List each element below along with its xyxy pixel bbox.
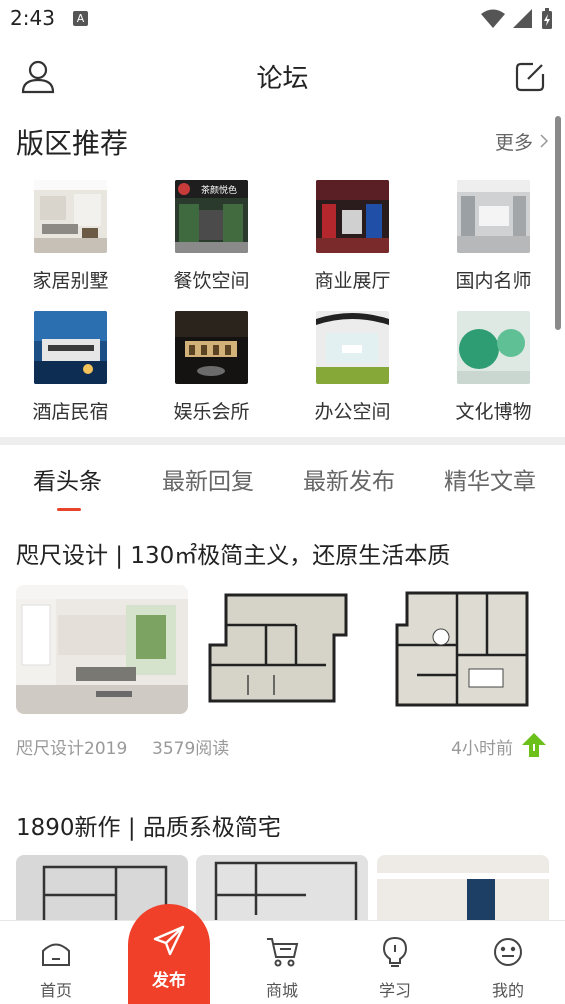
post-images bbox=[16, 855, 549, 984]
section-header: 版区推荐 更多 bbox=[0, 116, 565, 164]
post-image[interactable] bbox=[377, 585, 549, 714]
chevron-right-icon bbox=[540, 134, 549, 148]
status-bar: 2:43 A bbox=[0, 0, 565, 38]
bottom-nav: 首页 商城 学习 我的 bbox=[0, 920, 565, 1004]
post-images bbox=[16, 585, 549, 715]
bulb-icon bbox=[382, 936, 408, 967]
category-label: 国内名师 bbox=[455, 270, 532, 292]
category-thumbnail bbox=[316, 311, 389, 384]
category-grid: 家居别墅 茶颜悦色 餐饮空间 商业展厅 国内名师 酒店民宿 娱乐会所 办公空间 … bbox=[0, 180, 565, 430]
category-thumbnail bbox=[34, 311, 107, 384]
category-label: 家居别墅 bbox=[32, 270, 109, 292]
post-title[interactable]: 咫尺设计 | 130㎡极简主义，还原生活本质 bbox=[16, 536, 450, 570]
feed-tabs: 看头条 最新回复 最新发布 精华文章 bbox=[0, 452, 565, 512]
edit-icon bbox=[515, 62, 545, 92]
category-label: 商业展厅 bbox=[314, 270, 391, 292]
post-image[interactable] bbox=[196, 585, 368, 714]
post-title[interactable]: 1890新作 | 品质系极简宅 bbox=[16, 808, 281, 842]
category-thumbnail bbox=[316, 180, 389, 253]
post-read-count: 3579阅读 bbox=[152, 739, 230, 759]
wifi-icon bbox=[481, 9, 505, 28]
tab-headlines[interactable]: 看头条 bbox=[33, 462, 102, 496]
category-thumbnail bbox=[34, 180, 107, 253]
category-label: 娱乐会所 bbox=[173, 401, 250, 423]
category-thumbnail bbox=[457, 311, 530, 384]
more-label: 更多 bbox=[494, 132, 533, 154]
active-tab-indicator bbox=[57, 508, 81, 511]
category-culture-museum[interactable]: 文化博物 bbox=[423, 311, 564, 431]
nav-mall-label: 商城 bbox=[265, 981, 298, 1000]
category-restaurant[interactable]: 茶颜悦色 餐饮空间 bbox=[141, 180, 282, 300]
status-time: 2:43 bbox=[10, 6, 55, 30]
category-label: 餐饮空间 bbox=[173, 270, 250, 292]
section-divider bbox=[0, 437, 565, 445]
nav-learn-label: 学习 bbox=[378, 981, 411, 1000]
compose-button[interactable] bbox=[511, 56, 551, 96]
cart-icon bbox=[267, 938, 299, 967]
send-icon bbox=[153, 925, 185, 956]
page-title: 论坛 bbox=[256, 64, 309, 94]
post-meta: 咫尺设计2019 3579阅读 4小时前 bbox=[16, 732, 549, 760]
more-link[interactable]: 更多 bbox=[495, 128, 549, 155]
post-image[interactable] bbox=[16, 585, 188, 714]
nav-mall[interactable]: 商城 bbox=[242, 935, 322, 1001]
category-label: 办公空间 bbox=[314, 401, 391, 423]
post-author[interactable]: 咫尺设计2019 bbox=[16, 734, 127, 759]
post-time: 4小时前 bbox=[451, 739, 513, 759]
tab-latest-posts[interactable]: 最新发布 bbox=[303, 462, 395, 496]
tab-featured[interactable]: 精华文章 bbox=[444, 462, 536, 496]
logo-text: 茶颜悦色 bbox=[201, 184, 237, 196]
signal-icon bbox=[513, 9, 532, 28]
home-icon bbox=[42, 943, 70, 966]
nav-home[interactable]: 首页 bbox=[16, 935, 96, 1001]
category-home-villa[interactable]: 家居别墅 bbox=[0, 180, 141, 300]
nav-mine-label: 我的 bbox=[491, 981, 524, 1000]
category-commercial[interactable]: 商业展厅 bbox=[282, 180, 423, 300]
tab-latest-replies[interactable]: 最新回复 bbox=[162, 462, 254, 496]
category-hotel[interactable]: 酒店民宿 bbox=[0, 311, 141, 431]
category-thumbnail: 茶颜悦色 bbox=[175, 180, 248, 253]
publish-label: 发布 bbox=[152, 971, 186, 991]
section-title: 版区推荐 bbox=[16, 127, 129, 160]
nav-mine[interactable]: 我的 bbox=[468, 935, 548, 1001]
category-famous-designers[interactable]: 国内名师 bbox=[423, 180, 564, 300]
category-label: 酒店民宿 bbox=[32, 401, 109, 423]
notification-a-icon: A bbox=[73, 11, 88, 26]
category-office[interactable]: 办公空间 bbox=[282, 311, 423, 431]
category-thumbnail bbox=[175, 311, 248, 384]
nav-learn[interactable]: 学习 bbox=[355, 935, 435, 1001]
arrow-up-icon bbox=[522, 733, 546, 757]
battery-icon bbox=[542, 8, 552, 29]
publish-button[interactable]: 发布 bbox=[128, 904, 210, 1004]
system-icons bbox=[481, 8, 553, 30]
category-thumbnail bbox=[457, 180, 530, 253]
nav-home-label: 首页 bbox=[39, 981, 72, 1000]
smile-icon bbox=[494, 938, 522, 966]
category-label: 文化博物 bbox=[455, 401, 532, 423]
top-bar: 论坛 bbox=[0, 40, 565, 112]
category-entertainment[interactable]: 娱乐会所 bbox=[141, 311, 282, 431]
